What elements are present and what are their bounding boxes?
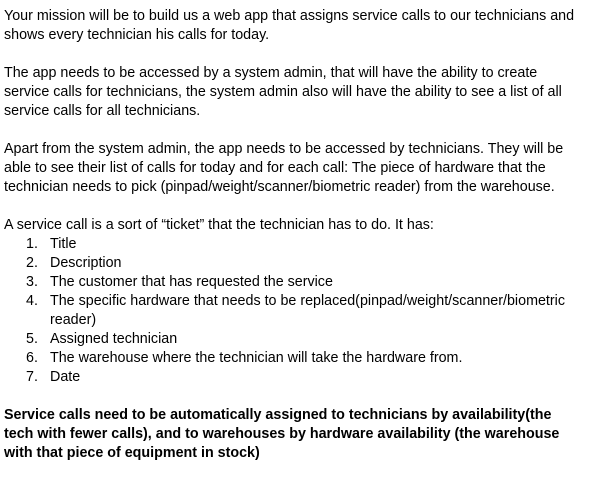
list-text: The specific hardware that needs to be r…: [50, 293, 565, 328]
list-text: Description: [50, 255, 122, 271]
list-text: The customer that has requested the serv…: [50, 274, 333, 290]
list-item: 4. The specific hardware that needs to b…: [4, 292, 581, 330]
list-item: 3. The customer that has requested the s…: [4, 273, 581, 292]
list-number: 3.: [26, 274, 38, 290]
technician-paragraph: Apart from the system admin, the app nee…: [4, 141, 564, 195]
list-item: 2. Description: [4, 254, 581, 273]
list-text: Date: [50, 369, 81, 385]
intro-paragraph: Your mission will be to build us a web a…: [4, 8, 575, 43]
list-number: 7.: [26, 369, 38, 385]
list-number: 2.: [26, 255, 38, 271]
assignment-rules-paragraph: Service calls need to be automatically a…: [4, 407, 560, 461]
list-item: 7. Date: [4, 368, 581, 387]
list-item: 5. Assigned technician: [4, 330, 581, 349]
list-item: 1. Title: [4, 235, 581, 254]
service-call-fields-list: 1. Title 2. Description 3. The customer …: [4, 235, 581, 387]
list-number: 1.: [26, 236, 38, 252]
list-number: 6.: [26, 350, 38, 366]
list-text: Assigned technician: [50, 331, 178, 347]
list-text: The warehouse where the technician will …: [50, 350, 463, 366]
list-text: Title: [50, 236, 77, 252]
service-call-intro: A service call is a sort of “ticket” tha…: [4, 217, 434, 233]
list-number: 5.: [26, 331, 38, 347]
list-number: 4.: [26, 293, 38, 309]
document-body: Your mission will be to build us a web a…: [0, 0, 589, 463]
list-item: 6. The warehouse where the technician wi…: [4, 349, 581, 368]
admin-paragraph: The app needs to be accessed by a system…: [4, 65, 562, 119]
